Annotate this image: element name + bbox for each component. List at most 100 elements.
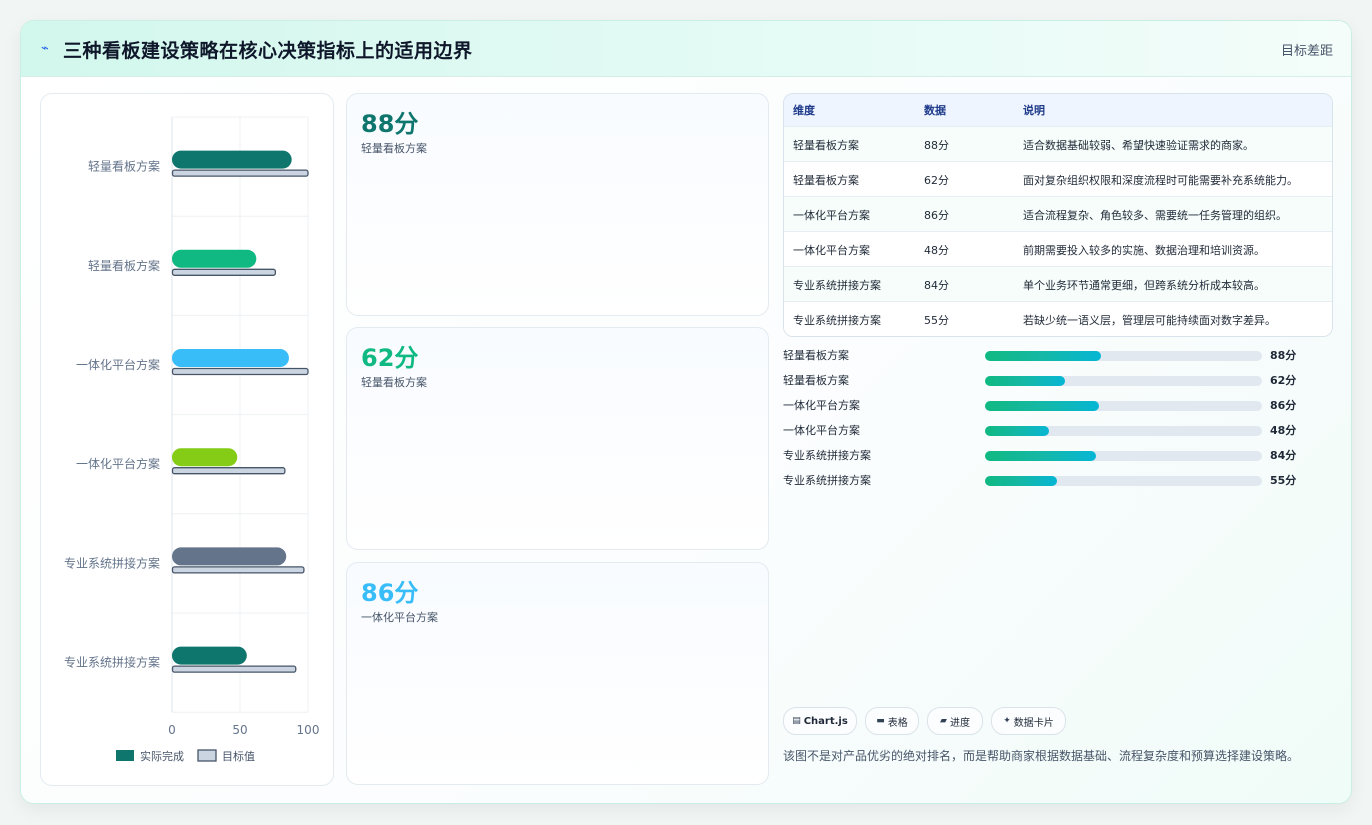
x-tick-label: 0	[168, 723, 176, 737]
bar-target	[171, 467, 286, 475]
bar-actual	[172, 349, 289, 367]
progress-value: 55分	[1270, 474, 1297, 487]
legend-swatch-target	[197, 749, 217, 762]
progress-fill	[985, 451, 1096, 461]
category-label: 轻量看板方案	[88, 159, 160, 174]
progress-value: 88分	[1270, 349, 1297, 362]
progress-row: 专业系统拼接方案 84分	[783, 447, 1331, 465]
chip-progress[interactable]: ▰ 进度	[927, 707, 983, 735]
progress-track	[985, 451, 1262, 461]
progress-row: 专业系统拼接方案 55分	[783, 472, 1331, 490]
category-label: 轻量看板方案	[88, 258, 160, 273]
x-tick-label: 100	[297, 723, 320, 737]
table-cell: 86分	[924, 208, 949, 222]
bar-target	[171, 566, 305, 574]
table-header-cell: 说明	[1023, 104, 1045, 117]
progress-fill	[985, 351, 1102, 361]
progress-row: 轻量看板方案 88分	[783, 347, 1331, 365]
kpi-card-1: 88分 轻量看板方案	[346, 93, 769, 316]
table-cell: 若缺少统一语义层，管理层可能持续面对数字差异。	[1023, 313, 1276, 327]
kpi-label: 轻量看板方案	[361, 142, 427, 155]
progress-track	[985, 376, 1262, 386]
kpi-label: 一体化平台方案	[361, 611, 438, 624]
progress-row: 一体化平台方案 48分	[783, 422, 1331, 440]
table-cell: 55分	[924, 313, 949, 327]
progress-row: 轻量看板方案 62分	[783, 372, 1331, 390]
progress-track	[985, 351, 1262, 361]
bar-chart: 轻量看板方案轻量看板方案一体化平台方案一体化平台方案专业系统拼接方案专业系统拼接…	[64, 116, 320, 763]
table-cell: 专业系统拼接方案	[793, 313, 881, 327]
progress-value: 84分	[1270, 449, 1297, 462]
table-cell: 前期需要投入较多的实施、数据治理和培训资源。	[1023, 243, 1265, 257]
bar-actual	[172, 249, 257, 268]
kpi-card-2: 62分 轻量看板方案	[346, 327, 769, 550]
bar-actual	[172, 646, 247, 665]
chip-data-card[interactable]: ✦ 数据卡片	[991, 707, 1066, 735]
kpi-value: 62分	[361, 344, 419, 372]
table-cell: 一体化平台方案	[793, 208, 870, 222]
sparkle-icon: ⌁	[41, 41, 49, 56]
x-tick-label: 50	[232, 723, 247, 737]
table-header-row: 维度 数据 说明	[784, 94, 1332, 127]
target-gap-link[interactable]: 目标差距	[1281, 40, 1333, 59]
chip-chartjs[interactable]: ▤ Chart.js	[783, 707, 857, 735]
bar-target	[171, 367, 309, 376]
chip-label: 表格	[887, 717, 908, 729]
chip-label: 数据卡片	[1013, 717, 1054, 729]
legend-label-target: 目标值	[222, 749, 255, 763]
category-label: 一体化平台方案	[76, 456, 160, 471]
chip-table[interactable]: ▬ 表格	[865, 707, 919, 735]
progress-value: 62分	[1270, 374, 1297, 387]
table-cell: 面对复杂组织权限和深度流程时可能需要补充系统能力。	[1023, 173, 1298, 187]
table-row: 专业系统拼接方案 84分 单个业务环节通常更细，但跨系统分析成本较高。	[784, 266, 1332, 302]
progress-fill	[985, 476, 1058, 486]
table-cell: 84分	[924, 278, 949, 292]
legend-label-actual: 实际完成	[140, 749, 184, 763]
table-icon: ▬	[876, 716, 885, 726]
progress-value: 86分	[1270, 399, 1297, 412]
progress-value: 48分	[1270, 424, 1297, 437]
footnote: 该图不是对产品优劣的绝对排名，而是帮助商家根据数据基础、流程复杂度和预算选择建设…	[783, 749, 1300, 763]
chip-label: Chart.js	[803, 715, 848, 727]
table-cell: 88分	[924, 138, 949, 152]
table-cell: 适合数据基础较弱、希望快速验证需求的商家。	[1023, 138, 1254, 152]
progress-track	[985, 426, 1262, 436]
table-row: 一体化平台方案 86分 适合流程复杂、角色较多、需要统一任务管理的组织。	[784, 196, 1332, 232]
progress-fill	[985, 426, 1049, 436]
table-cell: 轻量看板方案	[793, 173, 859, 187]
table-cell: 62分	[924, 173, 949, 187]
table-cell: 适合流程复杂、角色较多、需要统一任务管理的组织。	[1023, 208, 1287, 222]
table-row: 一体化平台方案 48分 前期需要投入较多的实施、数据治理和培训资源。	[784, 231, 1332, 267]
card-icon: ✦	[1003, 716, 1011, 726]
bar-actual	[172, 448, 238, 467]
dashboard-card: ⌁ 三种看板建设策略在核心决策指标上的适用边界 目标差距 轻量看板方案 轻量看板方…	[20, 20, 1352, 804]
table-row: 轻量看板方案 88分 适合数据基础较弱、希望快速验证需求的商家。	[784, 126, 1332, 162]
kpi-label: 轻量看板方案	[361, 376, 427, 389]
progress-row: 一体化平台方案 86分	[783, 397, 1331, 415]
progress-label: 专业系统拼接方案	[783, 474, 871, 487]
table-header-cell: 维度	[793, 104, 815, 117]
legend-swatch-actual	[116, 750, 134, 761]
category-label: 一体化平台方案	[76, 357, 160, 372]
table-cell: 一体化平台方案	[793, 243, 870, 257]
bar-target	[171, 665, 297, 673]
progress-label: 一体化平台方案	[783, 399, 860, 412]
table-cell: 单个业务环节通常更细，但跨系统分析成本较高。	[1023, 278, 1265, 292]
chart-icon: ▤	[792, 716, 801, 726]
page-title: 三种看板建设策略在核心决策指标上的适用边界	[63, 40, 473, 62]
table-header-cell: 数据	[924, 104, 946, 117]
progress-fill	[985, 401, 1099, 411]
progress-track	[985, 401, 1262, 411]
bar-actual	[172, 547, 287, 566]
progress-label: 专业系统拼接方案	[783, 449, 871, 462]
progress-track	[985, 476, 1262, 486]
kpi-value: 88分	[361, 110, 419, 138]
table-cell: 轻量看板方案	[793, 138, 859, 152]
progress-label: 一体化平台方案	[783, 424, 860, 437]
bar-target	[171, 268, 277, 276]
category-label: 专业系统拼接方案	[64, 555, 160, 570]
data-table: 维度 数据 说明 轻量看板方案 88分 适合数据基础较弱、希望快速验证需求的商家…	[783, 93, 1333, 337]
table-cell: 专业系统拼接方案	[793, 278, 881, 292]
card-header: ⌁ 三种看板建设策略在核心决策指标上的适用边界 目标差距	[21, 21, 1351, 77]
kpi-card-3: 86分 一体化平台方案	[346, 562, 769, 785]
